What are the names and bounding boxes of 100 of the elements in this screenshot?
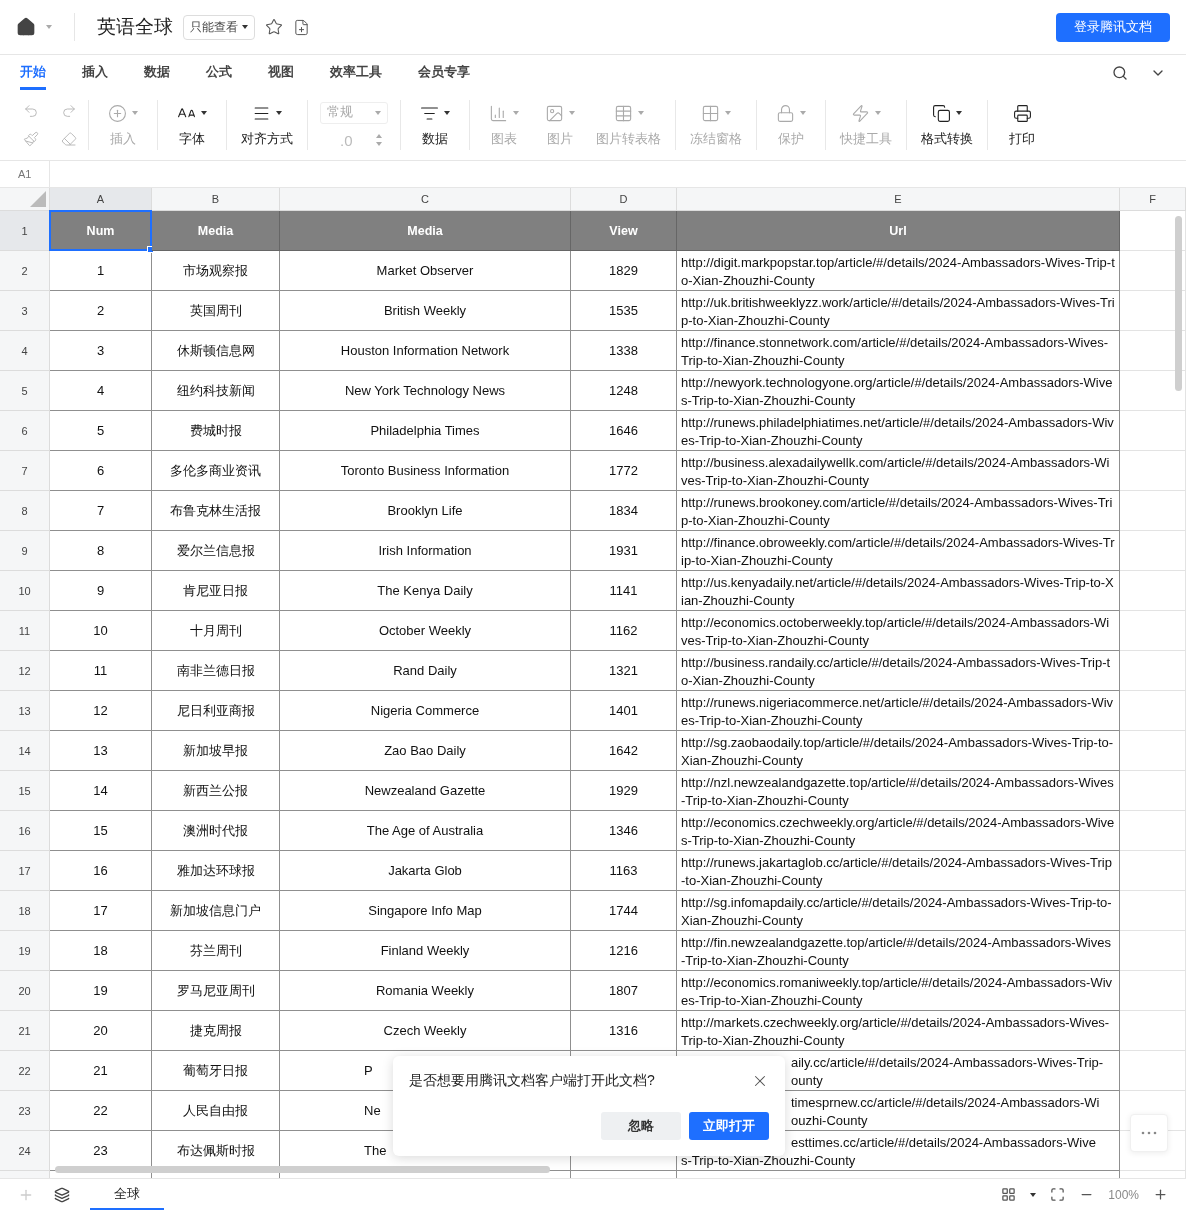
login-button[interactable]: 登录腾讯文档 (1056, 12, 1170, 42)
table-cell: 7 (50, 491, 152, 531)
table-cell: Brooklyn Life (280, 491, 571, 531)
zoom-level: 100% (1108, 1187, 1139, 1202)
table-cell: ouzhi-County (791, 1112, 868, 1130)
row-header[interactable]: 2 (0, 251, 50, 291)
table-cell: 十月周刊 (152, 611, 280, 651)
table-cell: 1162 (571, 611, 677, 651)
column-header[interactable]: F (1120, 188, 1186, 211)
row-header[interactable]: 15 (0, 771, 50, 811)
table-cell: 4 (50, 371, 152, 411)
table-cell: 15 (50, 811, 152, 851)
table-cell: Irish Information (280, 531, 571, 571)
table-cell: 英国周刊 (152, 291, 280, 331)
toolbar-button[interactable]: 格式转换 (913, 102, 981, 148)
table-cell: 9 (50, 571, 152, 611)
table-cell: 1829 (571, 251, 677, 291)
column-header[interactable]: C (280, 188, 571, 211)
table-cell: 1248 (571, 371, 677, 411)
column-header[interactable]: B (152, 188, 280, 211)
name-box[interactable]: A1 (0, 160, 50, 188)
menu-tab[interactable]: 插入 (82, 55, 108, 90)
row-header[interactable]: 3 (0, 291, 50, 331)
table-cell: 10 (50, 611, 152, 651)
table-cell: 1929 (571, 771, 677, 811)
table-cell: Toronto Business Information (280, 451, 571, 491)
table-cell: 6 (50, 451, 152, 491)
row-header[interactable]: 22 (0, 1051, 50, 1091)
row-header[interactable]: 11 (0, 611, 50, 651)
table-cell: Romania Weekly (280, 971, 571, 1011)
row-header[interactable]: 16 (0, 811, 50, 851)
table-cell: 新加坡信息门户 (152, 891, 280, 931)
row-header[interactable]: 19 (0, 931, 50, 971)
dialog-button[interactable]: 立即打开 (689, 1112, 769, 1140)
table-cell: Philadelphia Times (280, 411, 571, 451)
table-cell: New York Technology News (280, 371, 571, 411)
table-cell: 南非兰德日报 (152, 651, 280, 691)
table-cell: 多伦多商业资讯 (152, 451, 280, 491)
table-cell: 肯尼亚日报 (152, 571, 280, 611)
menu-tab[interactable]: 公式 (206, 55, 232, 90)
table-cell: 3 (50, 331, 152, 371)
row-header[interactable]: 21 (0, 1011, 50, 1051)
row-header[interactable]: 17 (0, 851, 50, 891)
table-cell: 休斯顿信息网 (152, 331, 280, 371)
document-title: 英语全球 (97, 15, 173, 39)
row-header[interactable]: 1 (0, 211, 50, 251)
toolbar-button[interactable]: 字体 (164, 102, 220, 148)
table-cell: Finland Weekly (280, 931, 571, 971)
row-header[interactable]: 7 (0, 451, 50, 491)
table-cell: Singapore Info Map (280, 891, 571, 931)
toolbar-button[interactable]: 数据 (407, 102, 463, 148)
row-header[interactable]: 9 (0, 531, 50, 571)
table-cell: Newzealand Gazette (280, 771, 571, 811)
toolbar-button[interactable]: 对齐方式 (233, 102, 301, 148)
row-header[interactable]: 14 (0, 731, 50, 771)
row-header[interactable]: 6 (0, 411, 50, 451)
menu-tab[interactable]: 会员专享 (418, 55, 470, 90)
table-cell: 1216 (571, 931, 677, 971)
header-cell: Media (280, 211, 571, 251)
sheet-tab[interactable]: 全球 (90, 1179, 164, 1210)
table-cell: 1316 (571, 1011, 677, 1051)
menu-tab[interactable]: 效率工具 (330, 55, 382, 90)
dialog-button[interactable]: 忽略 (601, 1112, 681, 1140)
table-cell: 11 (50, 651, 152, 691)
row-header[interactable]: 13 (0, 691, 50, 731)
table-cell: British Weekly (280, 291, 571, 331)
row-header[interactable]: 10 (0, 571, 50, 611)
menu-tab[interactable]: 开始 (20, 55, 46, 90)
row-header[interactable]: 5 (0, 371, 50, 411)
table-cell: 1163 (571, 851, 677, 891)
table-cell: timesprnew.cc/article/#/details/2024-Ambassadors-Wi (791, 1094, 1100, 1112)
row-header[interactable]: 20 (0, 971, 50, 1011)
table-cell: Market Observer (280, 251, 571, 291)
toolbar-button[interactable]: 打印 (994, 102, 1050, 148)
table-cell: 费城时报 (152, 411, 280, 451)
table-cell: 1321 (571, 651, 677, 691)
table-cell: aily.cc/article/#/details/2024-Ambassadors-Wives-Trip- (791, 1054, 1104, 1072)
row-header[interactable]: 24 (0, 1131, 50, 1171)
row-header[interactable]: 12 (0, 651, 50, 691)
table-cell: 20 (50, 1011, 152, 1051)
table-cell: 捷克周报 (152, 1011, 280, 1051)
row-header[interactable]: 4 (0, 331, 50, 371)
column-header[interactable]: D (571, 188, 677, 211)
row-header[interactable]: 23 (0, 1091, 50, 1131)
column-header[interactable]: E (677, 188, 1120, 211)
table-cell: Czech Weekly (280, 1011, 571, 1051)
row-header[interactable]: 18 (0, 891, 50, 931)
table-cell: 爱尔兰信息报 (152, 531, 280, 571)
permission-badge[interactable]: 只能查看 (183, 14, 255, 40)
table-cell: October Weekly (280, 611, 571, 651)
menu-tab[interactable]: 视图 (268, 55, 294, 90)
row-header[interactable]: 8 (0, 491, 50, 531)
header-cell: Num (50, 211, 152, 251)
table-cell: 纽约科技新闻 (152, 371, 280, 411)
table-cell: 1535 (571, 291, 677, 331)
table-cell: 1646 (571, 411, 677, 451)
column-header[interactable]: A (50, 188, 152, 211)
table-cell: 1642 (571, 731, 677, 771)
header-cell: View (571, 211, 677, 251)
menu-tab[interactable]: 数据 (144, 55, 170, 90)
